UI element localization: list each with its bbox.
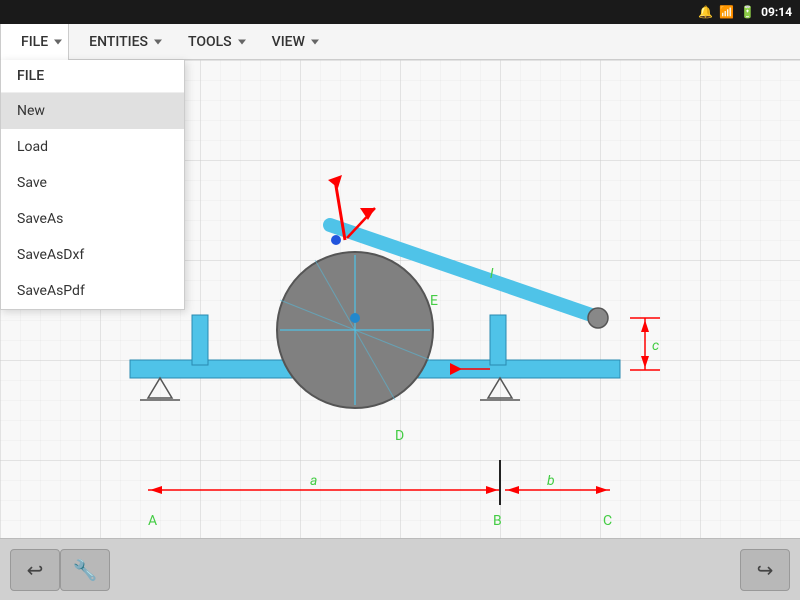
menu-entities[interactable]: ENTITIES xyxy=(69,24,168,60)
bottom-toolbar: ↩ 🔧 ↪ xyxy=(0,538,800,600)
battery-icon: 🔋 xyxy=(740,5,755,19)
dropdown-item-new[interactable]: New xyxy=(1,93,184,129)
redo-icon: ↪ xyxy=(757,558,774,582)
wrench-button[interactable]: 🔧 xyxy=(60,549,110,591)
status-time: 09:14 xyxy=(761,5,792,19)
status-bar: 🔔 📶 🔋 09:14 xyxy=(0,0,800,24)
wifi-icon: 📶 xyxy=(719,5,734,19)
dropdown-item-load[interactable]: Load xyxy=(1,129,184,165)
dropdown-item-saveas[interactable]: SaveAs xyxy=(1,201,184,237)
volume-icon: 🔔 xyxy=(698,5,713,19)
svg-text:D: D xyxy=(395,428,404,444)
menu-file[interactable]: FILE xyxy=(0,24,69,60)
menu-tools[interactable]: TOOLS xyxy=(168,24,252,60)
dropdown-item-saveaspdf[interactable]: SaveAsPdf xyxy=(1,273,184,309)
dropdown-item-saveasdxf[interactable]: SaveAsDxf xyxy=(1,237,184,273)
svg-text:E: E xyxy=(430,293,438,309)
menu-view[interactable]: VIEW xyxy=(252,24,325,60)
undo-button[interactable]: ↩ xyxy=(10,549,60,591)
redo-button[interactable]: ↪ xyxy=(740,549,790,591)
svg-text:C: C xyxy=(603,513,612,529)
dropdown-header: FILE xyxy=(1,60,184,93)
svg-text:A: A xyxy=(148,513,157,529)
dropdown-menu: FILE New Load Save SaveAs SaveAsDxf Save… xyxy=(0,60,185,310)
dropdown-item-save[interactable]: Save xyxy=(1,165,184,201)
undo-icon: ↩ xyxy=(27,558,44,582)
svg-text:a: a xyxy=(310,473,317,489)
svg-text:c: c xyxy=(652,338,659,354)
menu-bar: FILE ENTITIES TOOLS VIEW xyxy=(0,24,800,60)
svg-text:b: b xyxy=(547,473,555,489)
wrench-icon: 🔧 xyxy=(73,558,98,582)
svg-text:B: B xyxy=(493,513,502,529)
